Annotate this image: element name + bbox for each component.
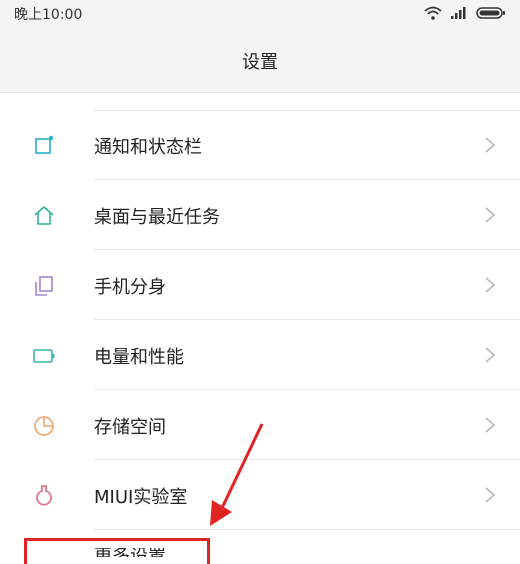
chevron-right-icon: [485, 277, 496, 293]
settings-item-dual-apps[interactable]: 手机分身: [0, 250, 520, 320]
settings-item-label: 桌面与最近任务: [94, 207, 220, 228]
settings-item-label: 存储空间: [94, 417, 166, 438]
settings-item-battery[interactable]: 电量和性能: [0, 320, 520, 390]
chevron-right-icon: [485, 347, 496, 363]
battery-performance-icon: [33, 349, 55, 363]
notification-icon: [35, 135, 54, 154]
status-icons: [424, 5, 506, 21]
settings-item-notifications[interactable]: 通知和状态栏: [0, 110, 520, 180]
signal-icon: [451, 7, 466, 19]
battery-icon: [476, 7, 505, 19]
settings-item-label: 电量和性能: [94, 347, 184, 368]
settings-item-label: MIUI实验室: [94, 487, 188, 508]
chevron-right-icon: [485, 207, 496, 223]
chevron-right-icon: [485, 417, 496, 433]
dual-apps-icon: [35, 276, 53, 296]
annotation-arrow-icon: [210, 423, 264, 526]
status-time: 晚上10:00: [14, 7, 83, 23]
settings-item-home-screen[interactable]: 桌面与最近任务: [0, 180, 520, 250]
flask-icon: [36, 485, 52, 506]
status-bar: 晚上10:00: [0, 0, 520, 28]
home-icon: [34, 206, 54, 225]
highlight-box: [24, 538, 210, 564]
chevron-right-icon: [485, 487, 496, 503]
settings-item-label: 手机分身: [94, 277, 166, 298]
storage-icon: [34, 416, 54, 436]
page-title: 设置: [242, 52, 278, 73]
wifi-icon: [424, 6, 442, 20]
chevron-right-icon: [485, 137, 496, 153]
title-bar: 设置: [0, 28, 520, 93]
settings-item-label: 通知和状态栏: [94, 137, 202, 158]
